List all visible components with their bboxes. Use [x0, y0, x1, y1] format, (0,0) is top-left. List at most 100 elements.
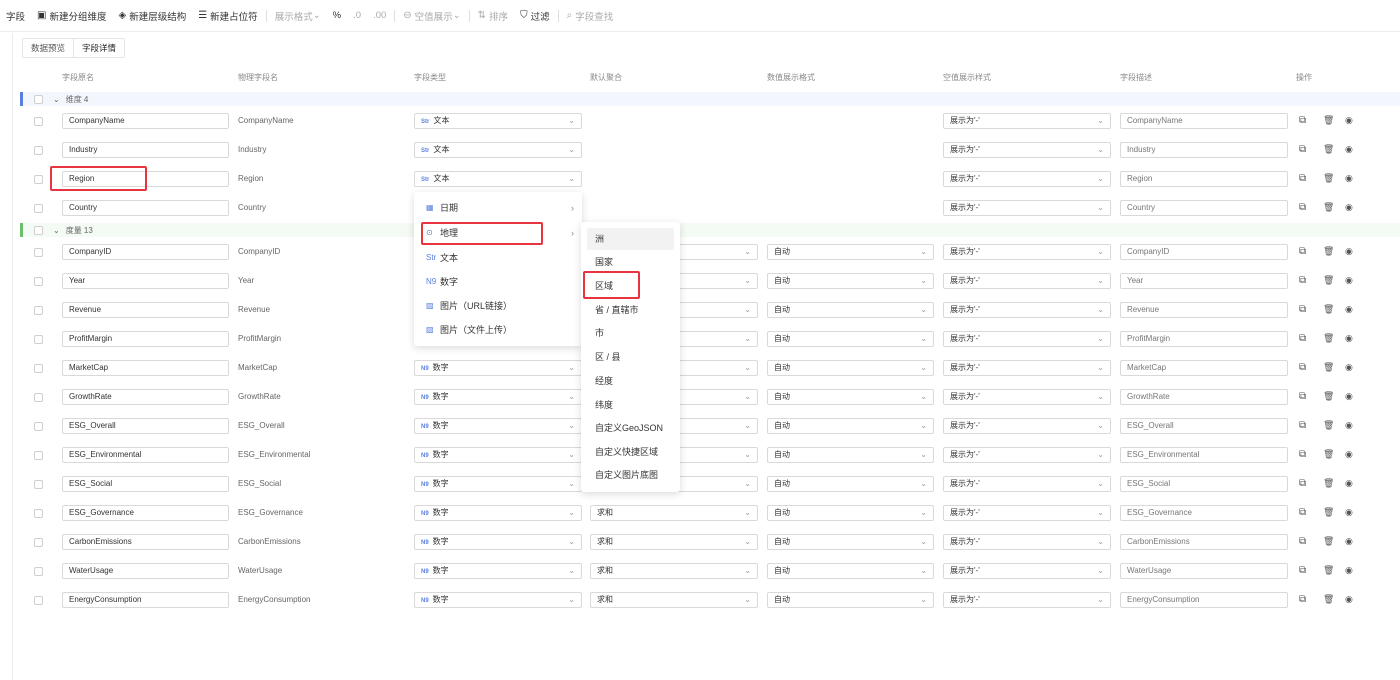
- number-format-select[interactable]: 自动 ⌄: [767, 534, 934, 550]
- number-format-select[interactable]: 自动 ⌄: [767, 592, 934, 608]
- description-input[interactable]: ESG_Social: [1120, 476, 1288, 492]
- toolbar-item[interactable]: 展示格式 ⌄: [269, 0, 327, 32]
- default-agg-select[interactable]: 求和 ⌄: [590, 592, 758, 608]
- group-checkbox[interactable]: [34, 94, 43, 104]
- description-input[interactable]: MarketCap: [1120, 360, 1288, 376]
- null-style-select[interactable]: 展示为'-' ⌄: [943, 331, 1111, 347]
- copy-icon[interactable]: ⧉: [1299, 449, 1306, 460]
- field-name-input[interactable]: ESG_Governance: [62, 505, 229, 521]
- trash-icon[interactable]: 🗑: [1323, 594, 1334, 605]
- geo-submenu-item[interactable]: 市: [587, 322, 674, 344]
- field-name-input[interactable]: Year: [62, 273, 229, 289]
- field-name-input[interactable]: ESG_Social: [62, 476, 229, 492]
- field-type-select[interactable]: Str 文本 ⌄: [414, 171, 582, 187]
- geo-submenu-item[interactable]: 洲: [587, 228, 674, 250]
- description-input[interactable]: Year: [1120, 273, 1288, 289]
- field-name-input[interactable]: ESG_Environmental: [62, 447, 229, 463]
- eye-icon[interactable]: ◉: [1345, 333, 1353, 344]
- description-input[interactable]: WaterUsage: [1120, 563, 1288, 579]
- row-checkbox[interactable]: [34, 175, 43, 184]
- dimension-group[interactable]: ⌄ 维度 4: [20, 92, 1400, 106]
- number-format-select[interactable]: 自动 ⌄: [767, 302, 934, 318]
- field-type-select[interactable]: N9 数字 ⌄: [414, 447, 582, 463]
- trash-icon[interactable]: 🗑: [1323, 275, 1334, 286]
- null-style-select[interactable]: 展示为'-' ⌄: [943, 200, 1111, 216]
- number-format-select[interactable]: 自动 ⌄: [767, 447, 934, 463]
- toolbar-item[interactable]: ▣ 新建分组维度: [31, 0, 112, 32]
- eye-icon[interactable]: ◉: [1345, 362, 1353, 373]
- null-style-select[interactable]: 展示为'-' ⌄: [943, 171, 1111, 187]
- toolbar-item[interactable]: ◈ 新建层级结构: [112, 0, 192, 32]
- copy-icon[interactable]: ⧉: [1299, 565, 1306, 576]
- copy-icon[interactable]: ⧉: [1299, 275, 1306, 286]
- field-name-input[interactable]: CompanyID: [62, 244, 229, 260]
- geo-submenu-item[interactable]: 自定义图片底图: [587, 464, 674, 486]
- row-checkbox[interactable]: [34, 146, 43, 155]
- trash-icon[interactable]: 🗑: [1323, 449, 1334, 460]
- field-name-input[interactable]: CarbonEmissions: [62, 534, 229, 550]
- geo-submenu-item[interactable]: 国家: [587, 251, 674, 273]
- eye-icon[interactable]: ◉: [1345, 594, 1353, 605]
- description-input[interactable]: CompanyID: [1120, 244, 1288, 260]
- eye-icon[interactable]: ◉: [1345, 565, 1353, 576]
- eye-icon[interactable]: ◉: [1345, 536, 1353, 547]
- number-format-select[interactable]: 自动 ⌄: [767, 273, 934, 289]
- toolbar-item[interactable]: .00: [367, 0, 392, 32]
- toolbar-item[interactable]: ⊖ 空值展示 ⌄: [397, 0, 466, 32]
- geo-submenu-item[interactable]: 区 / 县: [587, 346, 674, 368]
- trash-icon[interactable]: 🗑: [1323, 304, 1334, 315]
- eye-icon[interactable]: ◉: [1345, 115, 1353, 126]
- null-style-select[interactable]: 展示为'-' ⌄: [943, 302, 1111, 318]
- row-checkbox[interactable]: [34, 204, 43, 213]
- field-name-input[interactable]: Country: [62, 200, 229, 216]
- description-input[interactable]: CarbonEmissions: [1120, 534, 1288, 550]
- description-input[interactable]: ESG_Overall: [1120, 418, 1288, 434]
- null-style-select[interactable]: 展示为'-' ⌄: [943, 389, 1111, 405]
- row-checkbox[interactable]: [34, 393, 43, 402]
- row-checkbox[interactable]: [34, 277, 43, 286]
- description-input[interactable]: Industry: [1120, 142, 1288, 158]
- toolbar-item[interactable]: %: [327, 0, 347, 32]
- default-agg-select[interactable]: 求和 ⌄: [590, 534, 758, 550]
- description-input[interactable]: ProfitMargin: [1120, 331, 1288, 347]
- field-type-select[interactable]: N9 数字 ⌄: [414, 505, 582, 521]
- null-style-select[interactable]: 展示为'-' ⌄: [943, 142, 1111, 158]
- description-input[interactable]: GrowthRate: [1120, 389, 1288, 405]
- toolbar-item[interactable]: ⛉ 过滤: [514, 0, 556, 32]
- tab-field-details[interactable]: 字段详情: [73, 39, 125, 57]
- trash-icon[interactable]: 🗑: [1323, 173, 1334, 184]
- type-menu-item[interactable]: Str 文本: [414, 247, 582, 269]
- null-style-select[interactable]: 展示为'-' ⌄: [943, 563, 1111, 579]
- copy-icon[interactable]: ⧉: [1299, 536, 1306, 547]
- number-format-select[interactable]: 自动 ⌄: [767, 563, 934, 579]
- field-type-select[interactable]: Str 文本 ⌄: [414, 113, 582, 129]
- toolbar-item[interactable]: 字段: [0, 0, 31, 32]
- number-format-select[interactable]: 自动 ⌄: [767, 331, 934, 347]
- field-name-input[interactable]: Industry: [62, 142, 229, 158]
- tab-data-preview[interactable]: 数据预览: [23, 39, 73, 57]
- row-checkbox[interactable]: [34, 451, 43, 460]
- trash-icon[interactable]: 🗑: [1323, 144, 1334, 155]
- toolbar-item[interactable]: .0: [347, 0, 367, 32]
- copy-icon[interactable]: ⧉: [1299, 362, 1306, 373]
- description-input[interactable]: EnergyConsumption: [1120, 592, 1288, 608]
- copy-icon[interactable]: ⧉: [1299, 594, 1306, 605]
- trash-icon[interactable]: 🗑: [1323, 202, 1334, 213]
- default-agg-select[interactable]: 求和 ⌄: [590, 505, 758, 521]
- field-name-input[interactable]: GrowthRate: [62, 389, 229, 405]
- copy-icon[interactable]: ⧉: [1299, 246, 1306, 257]
- row-checkbox[interactable]: [34, 117, 43, 126]
- field-name-input[interactable]: CompanyName: [62, 113, 229, 129]
- number-format-select[interactable]: 自动 ⌄: [767, 244, 934, 260]
- toolbar-item[interactable]: ⌕ 字段查找: [561, 0, 620, 32]
- null-style-select[interactable]: 展示为'-' ⌄: [943, 534, 1111, 550]
- field-type-select[interactable]: N9 数字 ⌄: [414, 563, 582, 579]
- eye-icon[interactable]: ◉: [1345, 202, 1353, 213]
- toolbar-item[interactable]: ⇅ 排序: [472, 0, 514, 32]
- field-name-input[interactable]: Revenue: [62, 302, 229, 318]
- null-style-select[interactable]: 展示为'-' ⌄: [943, 476, 1111, 492]
- description-input[interactable]: ESG_Environmental: [1120, 447, 1288, 463]
- measure-group[interactable]: ⌄ 度量 13: [20, 223, 1400, 237]
- copy-icon[interactable]: ⧉: [1299, 420, 1306, 431]
- copy-icon[interactable]: ⧉: [1299, 391, 1306, 402]
